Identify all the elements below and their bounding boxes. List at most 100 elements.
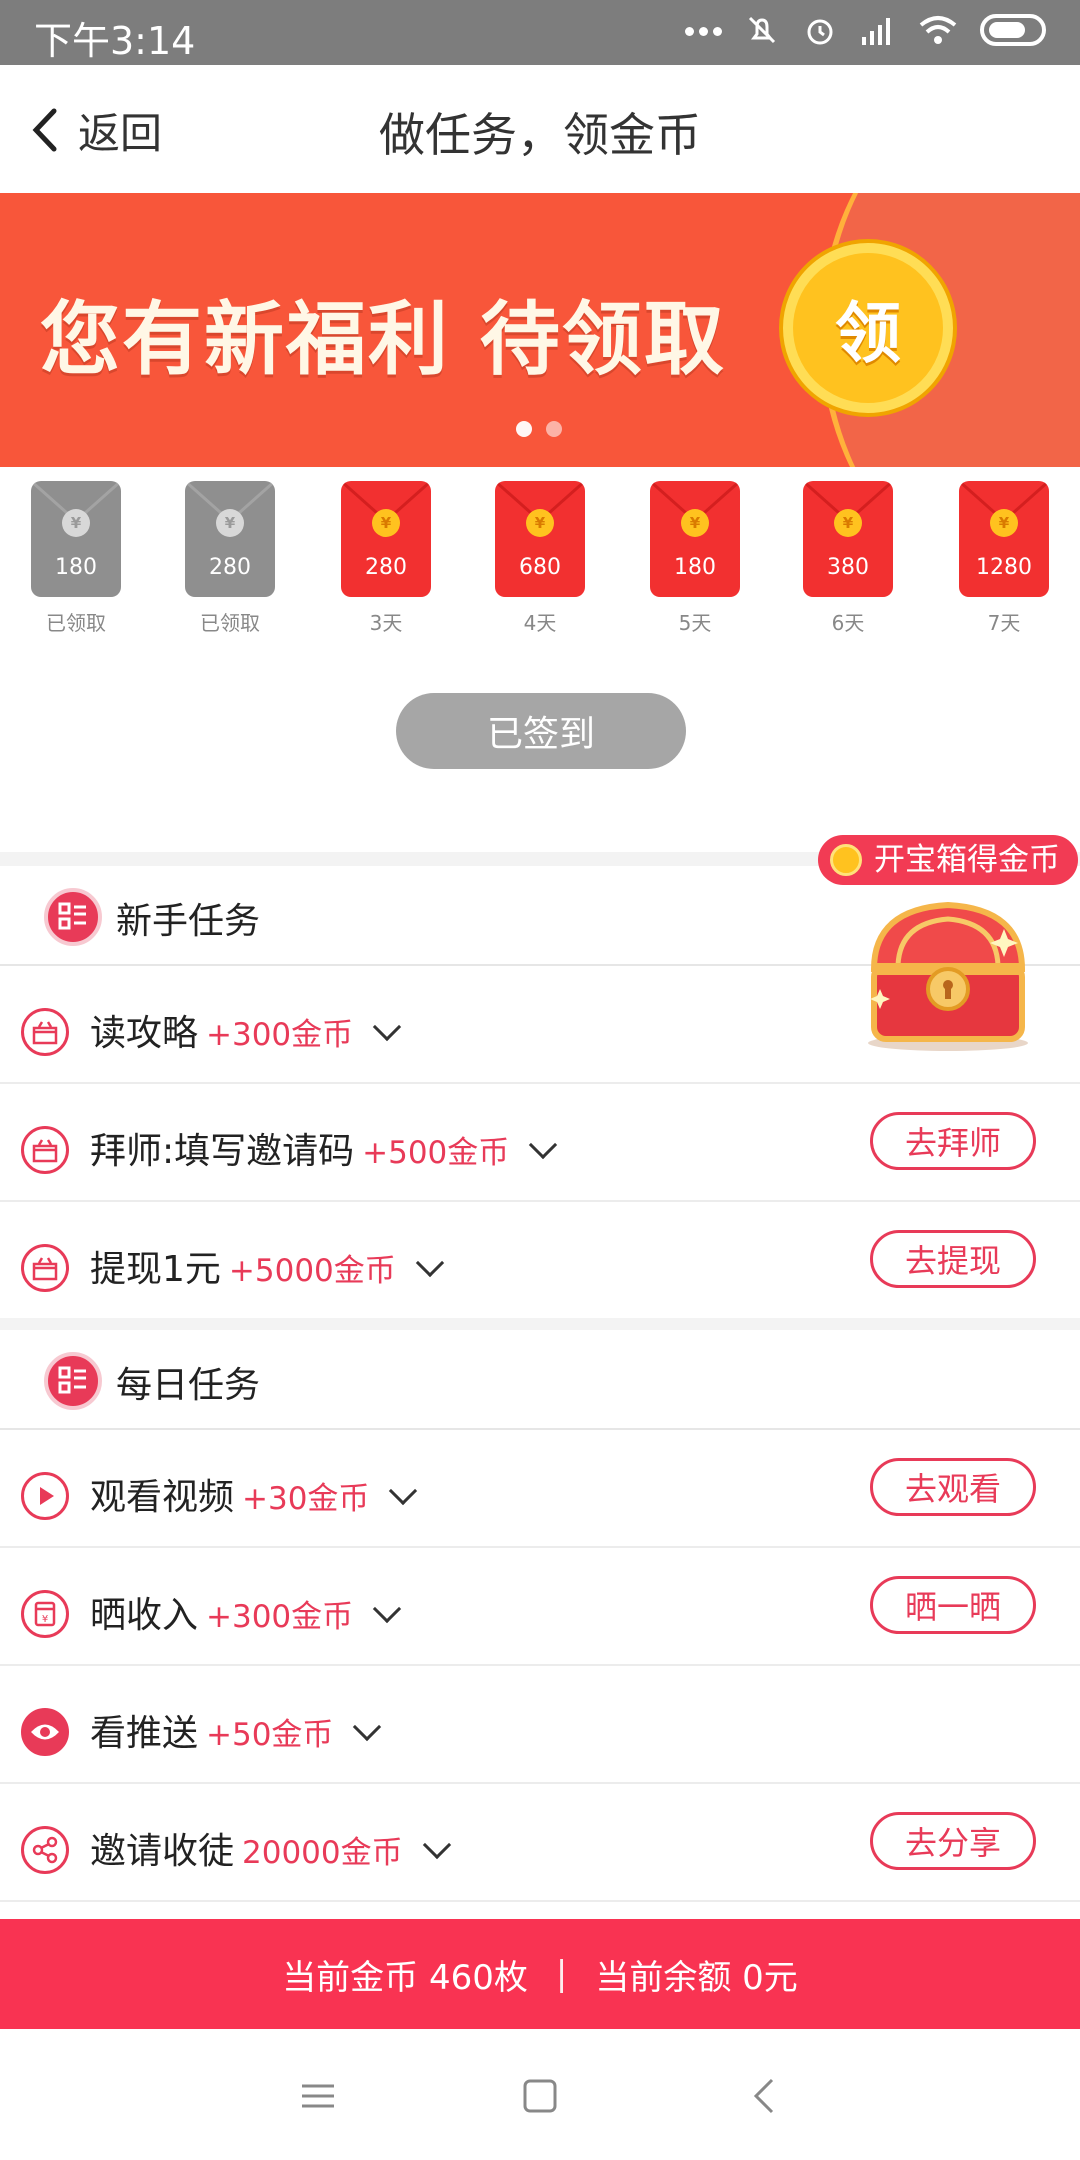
chevron-down-icon[interactable] [529, 1130, 558, 1160]
coin-balance-bar: 当前金币 460枚 | 当前余额 0元 [0, 1919, 1080, 2029]
go-share-button[interactable]: 去分享 [870, 1812, 1036, 1870]
banner-pager [516, 421, 562, 437]
task-name: 晒收入 [90, 1595, 199, 1636]
back-nav-icon[interactable] [742, 2072, 790, 2120]
go-withdraw-button[interactable]: 去提现 [870, 1230, 1036, 1288]
envelope-item[interactable]: ¥ 180 已领取 [31, 481, 121, 636]
claim-coin-label: 领 [835, 295, 901, 372]
page-title: 做任务，领金币 [379, 108, 701, 162]
envelope-amount: 280 [209, 555, 251, 580]
envelope-amount: 380 [827, 555, 869, 580]
treasure-badge[interactable]: 开宝箱得金币 [818, 835, 1078, 885]
task-name: 提现1元 [90, 1249, 221, 1290]
pager-dot-active[interactable] [516, 421, 532, 437]
current-balance: 当前余额 0元 [595, 1957, 798, 1998]
task-row[interactable]: ¥ 晒收入 +300金币 晒一晒 [0, 1548, 1080, 1666]
red-envelope-icon: ¥ 180 [650, 481, 740, 597]
task-reward: +5000金币 [228, 1253, 396, 1289]
chevron-down-icon[interactable] [373, 1594, 402, 1624]
envelope-item[interactable]: ¥ 1280 7天 [959, 481, 1049, 636]
envelope-coin-symbol: ¥ [990, 509, 1018, 537]
envelope-item[interactable]: ¥ 180 5天 [650, 481, 740, 636]
nav-bar: 返回 做任务，领金币 [0, 65, 1080, 193]
signed-in-button[interactable]: 已签到 [396, 693, 686, 769]
play-icon [21, 1472, 69, 1520]
envelope-label: 6天 [831, 611, 865, 635]
envelope-amount: 180 [674, 555, 716, 580]
signin-envelopes: ¥ 180 已领取 ¥ 280 已领取 ¥ 280 3天 ¥ 680 4天 ¥ … [0, 467, 1080, 657]
envelope-coin-symbol: ¥ [216, 509, 244, 537]
more-dots-icon [680, 21, 722, 40]
section-title: 每日任务 [116, 1365, 261, 1406]
home-icon[interactable] [516, 2072, 564, 2120]
task-reward: +30金币 [242, 1481, 370, 1517]
envelope-amount: 1280 [976, 555, 1032, 580]
chevron-down-icon[interactable] [389, 1476, 418, 1506]
envelope-item[interactable]: ¥ 280 3天 [341, 481, 431, 636]
share-icon [21, 1826, 69, 1874]
gift-icon [21, 1244, 69, 1292]
chevron-down-icon[interactable] [373, 1012, 402, 1042]
task-name: 看推送 [90, 1713, 199, 1754]
task-list-icon [44, 1352, 102, 1410]
chevron-down-icon[interactable] [422, 1830, 451, 1860]
signal-icon [862, 18, 890, 45]
show-income-button[interactable]: 晒一晒 [870, 1576, 1036, 1634]
red-envelope-icon: ¥ 280 [185, 481, 275, 597]
envelope-item[interactable]: ¥ 280 已领取 [185, 481, 275, 636]
section-divider [0, 1318, 1080, 1330]
go-watch-button[interactable]: 去观看 [870, 1458, 1036, 1516]
task-reward: +50金币 [206, 1717, 334, 1753]
mute-icon [748, 16, 776, 44]
red-envelope-icon: ¥ 180 [31, 481, 121, 597]
svg-text:¥: ¥ [42, 1614, 48, 1625]
task-row[interactable]: 观看视频 +30金币 去观看 [0, 1430, 1080, 1548]
status-time: 下午3:14 [34, 19, 196, 63]
task-name: 邀请收徒 [90, 1831, 235, 1872]
task-name: 拜师:填写邀请码 [90, 1131, 355, 1172]
coin-icon [830, 844, 862, 876]
envelope-coin-symbol: ¥ [834, 509, 862, 537]
go-apprentice-button[interactable]: 去拜师 [870, 1112, 1036, 1170]
banner-slogan: 您有新福利 待领取 [40, 293, 726, 386]
envelope-coin-symbol: ¥ [681, 509, 709, 537]
envelope-item[interactable]: ¥ 680 4天 [495, 481, 585, 636]
status-icons [680, 12, 1046, 48]
envelope-coin-symbol: ¥ [62, 509, 90, 537]
wifi-icon [919, 16, 957, 44]
alarm-icon [807, 19, 833, 45]
envelope-label: 3天 [369, 611, 403, 635]
task-row[interactable]: 邀请收徒 20000金币 去分享 [0, 1784, 1080, 1902]
treasure-chest-icon[interactable] [858, 893, 1038, 1053]
red-envelope-icon: ¥ 380 [803, 481, 893, 597]
red-envelope-icon: ¥ 1280 [959, 481, 1049, 597]
task-list-icon [44, 888, 102, 946]
task-reward: +500金币 [362, 1135, 510, 1171]
envelope-label: 4天 [523, 611, 557, 635]
wallet-icon: ¥ [21, 1590, 69, 1638]
envelope-coin-symbol: ¥ [372, 509, 400, 537]
chevron-down-icon[interactable] [415, 1248, 444, 1278]
status-bar: 下午3:14 [0, 0, 1080, 65]
task-reward: 20000金币 [242, 1835, 403, 1871]
envelope-label: 5天 [678, 611, 712, 635]
task-name: 读攻略 [90, 1013, 199, 1054]
envelope-amount: 280 [365, 555, 407, 580]
gift-icon [21, 1008, 69, 1056]
task-row[interactable]: 拜师:填写邀请码 +500金币 去拜师 [0, 1084, 1080, 1202]
envelope-item[interactable]: ¥ 380 6天 [803, 481, 893, 636]
menu-icon[interactable] [294, 2072, 342, 2120]
red-envelope-icon: ¥ 280 [341, 481, 431, 597]
screen: 下午3:14 返回 做任务，领金币 您有新福利 待领取 领 ¥ 180 已领取 … [0, 0, 1080, 2160]
claim-coin-icon[interactable]: 领 [783, 243, 953, 413]
chevron-down-icon[interactable] [353, 1712, 382, 1742]
task-reward: +300金币 [206, 1017, 354, 1053]
promo-banner[interactable]: 您有新福利 待领取 领 [0, 193, 1080, 467]
treasure-label: 开宝箱得金币 [874, 842, 1060, 878]
pager-dot[interactable] [546, 421, 562, 437]
task-row[interactable]: 提现1元 +5000金币 去提现 [0, 1202, 1080, 1320]
task-row[interactable]: 看推送 +50金币 [0, 1666, 1080, 1784]
envelope-label: 7天 [987, 611, 1021, 635]
task-reward: +300金币 [206, 1599, 354, 1635]
bar-divider: | [555, 1954, 568, 1994]
